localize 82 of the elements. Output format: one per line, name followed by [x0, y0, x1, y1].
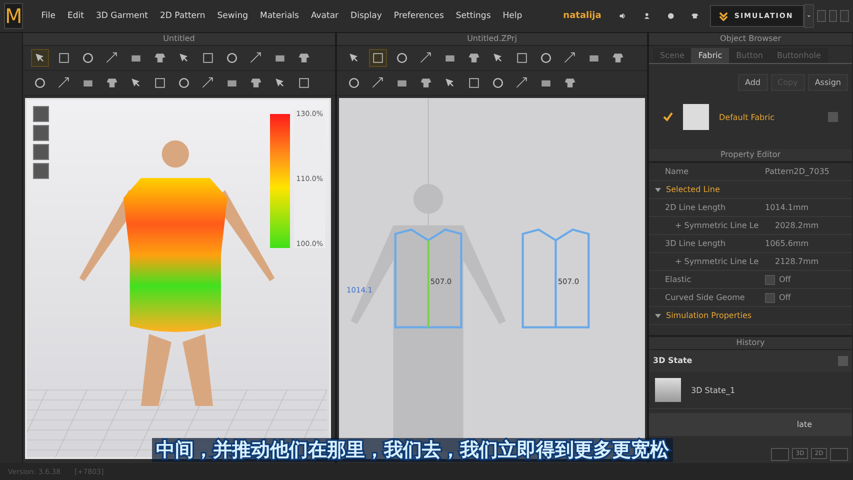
menu-item[interactable]: 2D Pattern: [154, 11, 212, 21]
tool-icon: [515, 76, 529, 90]
app-logo: M: [4, 3, 24, 29]
history-item[interactable]: 3D State_1: [649, 372, 852, 409]
property-label: Elastic: [665, 275, 692, 284]
property-label: 3D Line Length: [665, 239, 727, 248]
subtitle-caption: 中间，并推动他们在那里，我们去，我们立即得到更多更宽松: [152, 438, 673, 462]
check-icon[interactable]: [663, 112, 673, 122]
property-label: + Symmetric Line Le: [674, 257, 760, 266]
tool-icon: [105, 76, 119, 90]
tool-icon: [33, 76, 47, 90]
panel-title: History: [649, 337, 852, 350]
expand-icon[interactable]: [655, 312, 661, 318]
history-group: 3D State: [653, 356, 692, 366]
fabric-swatch: [683, 104, 709, 130]
tool-icon: [563, 51, 577, 65]
checkbox[interactable]: [765, 274, 775, 284]
tool-icon: [153, 51, 167, 65]
tool-icon: [249, 51, 263, 65]
expand-icon[interactable]: [655, 186, 661, 192]
property-value: 1014.1mm: [765, 203, 809, 212]
section-label[interactable]: Simulation Properties: [666, 311, 752, 320]
tab[interactable]: Fabric: [691, 48, 730, 63]
tool-icon: [201, 76, 215, 90]
user-name: natalija: [563, 11, 602, 21]
tool-icon: [153, 76, 167, 90]
tool-icon: [177, 76, 191, 90]
tool-icon: [57, 51, 71, 65]
menu-item[interactable]: Sewing: [211, 11, 254, 21]
menu-item[interactable]: Avatar: [304, 11, 345, 21]
menu-item[interactable]: Settings: [450, 11, 497, 21]
tool-icon: [201, 51, 215, 65]
tool-icon: [611, 51, 625, 65]
tool-icon: [297, 51, 311, 65]
tool-icon: [395, 51, 409, 65]
property-value: 1065.6mm: [765, 239, 809, 248]
tool-icon: [467, 51, 481, 65]
tool-icon: [467, 76, 481, 90]
tool-icon: [563, 76, 577, 90]
property-value: 2028.2mm: [775, 221, 819, 230]
tool-icon: [491, 76, 505, 90]
panel-title: Untitled.ZPrj: [337, 33, 647, 46]
property-label: + Symmetric Line Le: [674, 221, 760, 230]
history-item[interactable]: late: [796, 420, 812, 429]
checkbox[interactable]: [765, 292, 775, 302]
property-value: 2128.7mm: [775, 257, 819, 266]
property-value: Pattern2D_7035: [765, 167, 830, 176]
tool-icon: [371, 76, 385, 90]
menu-item[interactable]: Preferences: [388, 11, 450, 21]
tool-button[interactable]: [369, 49, 387, 67]
menu-item[interactable]: Display: [344, 11, 388, 21]
menu-item[interactable]: Help: [496, 11, 528, 21]
tool-icon: [347, 76, 361, 90]
tool-icon: [105, 51, 119, 65]
tool-button[interactable]: [31, 49, 49, 67]
chevron-icon: [719, 12, 728, 20]
property-value: Off: [779, 293, 791, 302]
property-value: Off: [779, 275, 791, 284]
tool-icon: [225, 51, 239, 65]
action-button[interactable]: Assign: [808, 74, 848, 91]
property-label: Name: [665, 167, 690, 176]
section-label[interactable]: Selected Line: [666, 185, 720, 194]
property-label: Curved Side Geome: [665, 293, 746, 302]
menu-item[interactable]: Edit: [62, 11, 90, 21]
menu-item[interactable]: 3D Garment: [90, 11, 154, 21]
tool-icon: [539, 51, 553, 65]
property-label: 2D Line Length: [665, 203, 727, 212]
tool-icon: [297, 76, 311, 90]
tool-icon: [81, 51, 95, 65]
action-button[interactable]: Add: [738, 74, 768, 91]
tool-icon: [515, 51, 529, 65]
menu-item[interactable]: Materials: [254, 11, 305, 21]
fabric-name[interactable]: Default Fabric: [719, 112, 818, 122]
tool-icon: [419, 76, 433, 90]
tool-icon: [419, 51, 433, 65]
tool-icon: [249, 76, 263, 90]
tool-icon: [371, 51, 385, 65]
tool-icon: [57, 76, 71, 90]
panel-title: Untitled: [23, 33, 335, 46]
panel-title: Property Editor: [649, 149, 852, 162]
menu-item[interactable]: File: [35, 11, 62, 21]
panel-title: Object Browser: [649, 33, 852, 46]
